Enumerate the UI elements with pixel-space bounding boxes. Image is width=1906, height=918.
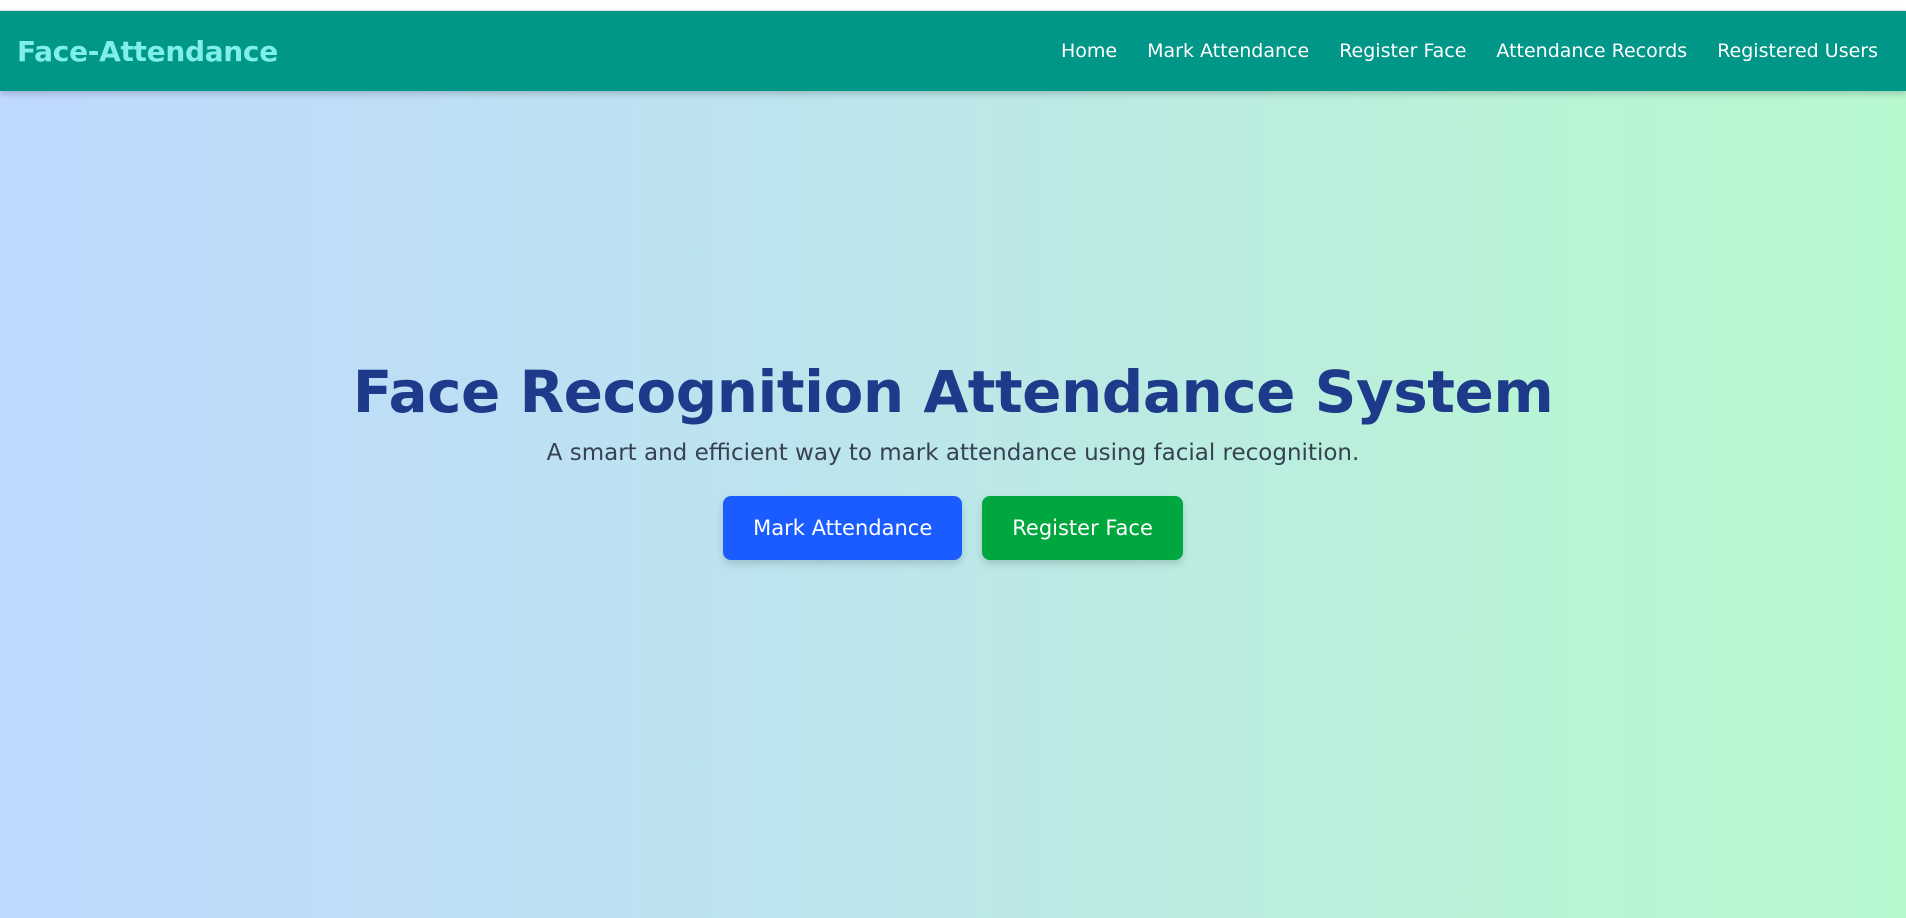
nav-link-register-face[interactable]: Register Face	[1339, 40, 1466, 62]
hero-subtitle: A smart and efficient way to mark attend…	[546, 440, 1360, 466]
nav-link-registered-users[interactable]: Registered Users	[1717, 40, 1878, 62]
hero-buttons: Mark Attendance Register Face	[723, 496, 1183, 560]
nav-link-attendance-records[interactable]: Attendance Records	[1496, 40, 1687, 62]
nav-links: Home Mark Attendance Register Face Atten…	[1061, 40, 1878, 62]
nav-link-home[interactable]: Home	[1061, 40, 1117, 62]
brand-logo-link[interactable]: Face-Attendance	[17, 35, 278, 68]
mark-attendance-button[interactable]: Mark Attendance	[723, 496, 963, 560]
navbar: Face-Attendance Home Mark Attendance Reg…	[0, 11, 1906, 91]
nav-link-mark-attendance[interactable]: Mark Attendance	[1147, 40, 1309, 62]
browser-top-strip	[0, 0, 1906, 11]
register-face-button[interactable]: Register Face	[982, 496, 1183, 560]
hero-section: Face Recognition Attendance System A sma…	[0, 91, 1906, 918]
hero-title: Face Recognition Attendance System	[352, 358, 1554, 426]
